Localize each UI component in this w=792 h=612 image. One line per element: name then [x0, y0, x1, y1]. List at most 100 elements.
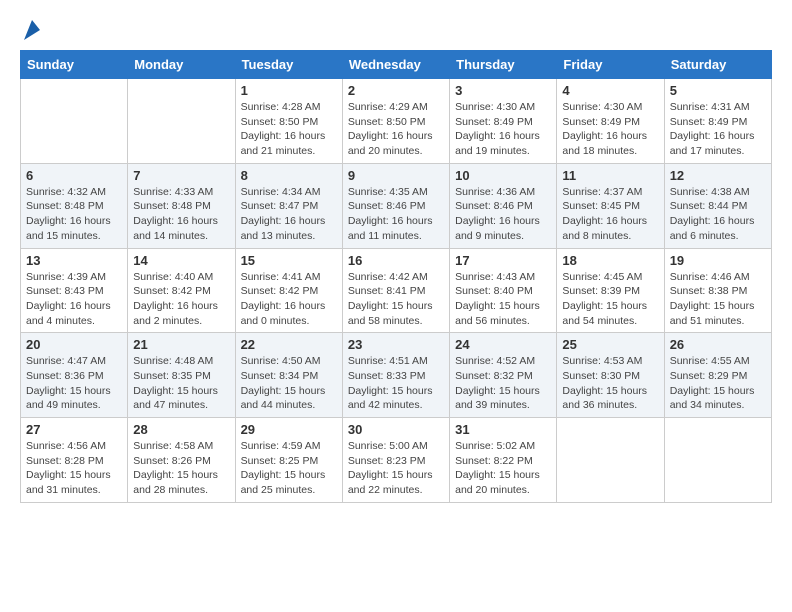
daylight-text: Daylight: 15 hours and 58 minutes. [348, 300, 433, 327]
day-number: 22 [241, 337, 337, 352]
day-number: 3 [455, 83, 551, 98]
sunset-text: Sunset: 8:40 PM [455, 285, 533, 297]
sunset-text: Sunset: 8:39 PM [562, 285, 640, 297]
daylight-text: Daylight: 16 hours and 14 minutes. [133, 215, 218, 242]
calendar-cell: 19 Sunrise: 4:46 AM Sunset: 8:38 PM Dayl… [664, 248, 771, 333]
day-number: 29 [241, 422, 337, 437]
daylight-text: Daylight: 15 hours and 25 minutes. [241, 469, 326, 496]
sunrise-text: Sunrise: 4:42 AM [348, 271, 428, 283]
calendar-cell: 8 Sunrise: 4:34 AM Sunset: 8:47 PM Dayli… [235, 163, 342, 248]
calendar-week-row: 6 Sunrise: 4:32 AM Sunset: 8:48 PM Dayli… [21, 163, 772, 248]
day-info: Sunrise: 4:43 AM Sunset: 8:40 PM Dayligh… [455, 270, 551, 329]
sunset-text: Sunset: 8:41 PM [348, 285, 426, 297]
sunset-text: Sunset: 8:23 PM [348, 455, 426, 467]
day-info: Sunrise: 4:32 AM Sunset: 8:48 PM Dayligh… [26, 185, 122, 244]
day-number: 10 [455, 168, 551, 183]
day-number: 27 [26, 422, 122, 437]
day-info: Sunrise: 4:41 AM Sunset: 8:42 PM Dayligh… [241, 270, 337, 329]
calendar-cell: 15 Sunrise: 4:41 AM Sunset: 8:42 PM Dayl… [235, 248, 342, 333]
sunset-text: Sunset: 8:50 PM [348, 116, 426, 128]
daylight-text: Daylight: 16 hours and 20 minutes. [348, 130, 433, 157]
sunrise-text: Sunrise: 4:48 AM [133, 355, 213, 367]
sunrise-text: Sunrise: 4:36 AM [455, 186, 535, 198]
calendar-week-row: 27 Sunrise: 4:56 AM Sunset: 8:28 PM Dayl… [21, 418, 772, 503]
day-number: 30 [348, 422, 444, 437]
day-info: Sunrise: 4:53 AM Sunset: 8:30 PM Dayligh… [562, 354, 658, 413]
sunrise-text: Sunrise: 4:52 AM [455, 355, 535, 367]
sunset-text: Sunset: 8:29 PM [670, 370, 748, 382]
daylight-text: Daylight: 15 hours and 36 minutes. [562, 385, 647, 412]
sunset-text: Sunset: 8:46 PM [455, 200, 533, 212]
sunset-text: Sunset: 8:30 PM [562, 370, 640, 382]
day-info: Sunrise: 4:58 AM Sunset: 8:26 PM Dayligh… [133, 439, 229, 498]
daylight-text: Daylight: 15 hours and 22 minutes. [348, 469, 433, 496]
daylight-text: Daylight: 16 hours and 4 minutes. [26, 300, 111, 327]
calendar-cell: 6 Sunrise: 4:32 AM Sunset: 8:48 PM Dayli… [21, 163, 128, 248]
weekday-header: Thursday [450, 51, 557, 79]
sunset-text: Sunset: 8:48 PM [133, 200, 211, 212]
sunrise-text: Sunrise: 4:37 AM [562, 186, 642, 198]
daylight-text: Daylight: 15 hours and 34 minutes. [670, 385, 755, 412]
day-info: Sunrise: 4:36 AM Sunset: 8:46 PM Dayligh… [455, 185, 551, 244]
day-number: 26 [670, 337, 766, 352]
sunset-text: Sunset: 8:32 PM [455, 370, 533, 382]
day-info: Sunrise: 4:28 AM Sunset: 8:50 PM Dayligh… [241, 100, 337, 159]
day-number: 4 [562, 83, 658, 98]
day-info: Sunrise: 5:00 AM Sunset: 8:23 PM Dayligh… [348, 439, 444, 498]
calendar-cell [557, 418, 664, 503]
day-info: Sunrise: 4:59 AM Sunset: 8:25 PM Dayligh… [241, 439, 337, 498]
calendar-cell: 28 Sunrise: 4:58 AM Sunset: 8:26 PM Dayl… [128, 418, 235, 503]
day-info: Sunrise: 4:46 AM Sunset: 8:38 PM Dayligh… [670, 270, 766, 329]
daylight-text: Daylight: 15 hours and 28 minutes. [133, 469, 218, 496]
sunrise-text: Sunrise: 4:38 AM [670, 186, 750, 198]
weekday-header: Monday [128, 51, 235, 79]
daylight-text: Daylight: 16 hours and 19 minutes. [455, 130, 540, 157]
daylight-text: Daylight: 15 hours and 31 minutes. [26, 469, 111, 496]
calendar-table: SundayMondayTuesdayWednesdayThursdayFrid… [20, 50, 772, 503]
calendar-cell: 24 Sunrise: 4:52 AM Sunset: 8:32 PM Dayl… [450, 333, 557, 418]
calendar-cell: 30 Sunrise: 5:00 AM Sunset: 8:23 PM Dayl… [342, 418, 449, 503]
day-number: 18 [562, 253, 658, 268]
day-number: 21 [133, 337, 229, 352]
sunset-text: Sunset: 8:22 PM [455, 455, 533, 467]
sunset-text: Sunset: 8:34 PM [241, 370, 319, 382]
sunrise-text: Sunrise: 4:41 AM [241, 271, 321, 283]
sunrise-text: Sunrise: 4:50 AM [241, 355, 321, 367]
daylight-text: Daylight: 16 hours and 11 minutes. [348, 215, 433, 242]
day-number: 17 [455, 253, 551, 268]
day-info: Sunrise: 4:35 AM Sunset: 8:46 PM Dayligh… [348, 185, 444, 244]
day-number: 28 [133, 422, 229, 437]
calendar-cell [21, 79, 128, 164]
sunrise-text: Sunrise: 4:47 AM [26, 355, 106, 367]
weekday-header: Friday [557, 51, 664, 79]
daylight-text: Daylight: 15 hours and 44 minutes. [241, 385, 326, 412]
calendar-cell: 4 Sunrise: 4:30 AM Sunset: 8:49 PM Dayli… [557, 79, 664, 164]
day-info: Sunrise: 4:38 AM Sunset: 8:44 PM Dayligh… [670, 185, 766, 244]
daylight-text: Daylight: 16 hours and 2 minutes. [133, 300, 218, 327]
sunrise-text: Sunrise: 4:43 AM [455, 271, 535, 283]
sunset-text: Sunset: 8:50 PM [241, 116, 319, 128]
calendar-cell: 11 Sunrise: 4:37 AM Sunset: 8:45 PM Dayl… [557, 163, 664, 248]
day-number: 14 [133, 253, 229, 268]
sunset-text: Sunset: 8:42 PM [241, 285, 319, 297]
weekday-header: Wednesday [342, 51, 449, 79]
daylight-text: Daylight: 15 hours and 49 minutes. [26, 385, 111, 412]
day-info: Sunrise: 4:30 AM Sunset: 8:49 PM Dayligh… [455, 100, 551, 159]
day-number: 12 [670, 168, 766, 183]
logo-icon [24, 20, 40, 40]
daylight-text: Daylight: 16 hours and 6 minutes. [670, 215, 755, 242]
calendar-cell: 22 Sunrise: 4:50 AM Sunset: 8:34 PM Dayl… [235, 333, 342, 418]
sunrise-text: Sunrise: 4:39 AM [26, 271, 106, 283]
weekday-header-row: SundayMondayTuesdayWednesdayThursdayFrid… [21, 51, 772, 79]
sunset-text: Sunset: 8:44 PM [670, 200, 748, 212]
sunset-text: Sunset: 8:36 PM [26, 370, 104, 382]
sunrise-text: Sunrise: 4:30 AM [455, 101, 535, 113]
calendar-cell: 27 Sunrise: 4:56 AM Sunset: 8:28 PM Dayl… [21, 418, 128, 503]
day-info: Sunrise: 4:51 AM Sunset: 8:33 PM Dayligh… [348, 354, 444, 413]
day-number: 23 [348, 337, 444, 352]
day-number: 16 [348, 253, 444, 268]
sunset-text: Sunset: 8:25 PM [241, 455, 319, 467]
calendar-cell: 2 Sunrise: 4:29 AM Sunset: 8:50 PM Dayli… [342, 79, 449, 164]
sunset-text: Sunset: 8:35 PM [133, 370, 211, 382]
day-info: Sunrise: 4:50 AM Sunset: 8:34 PM Dayligh… [241, 354, 337, 413]
